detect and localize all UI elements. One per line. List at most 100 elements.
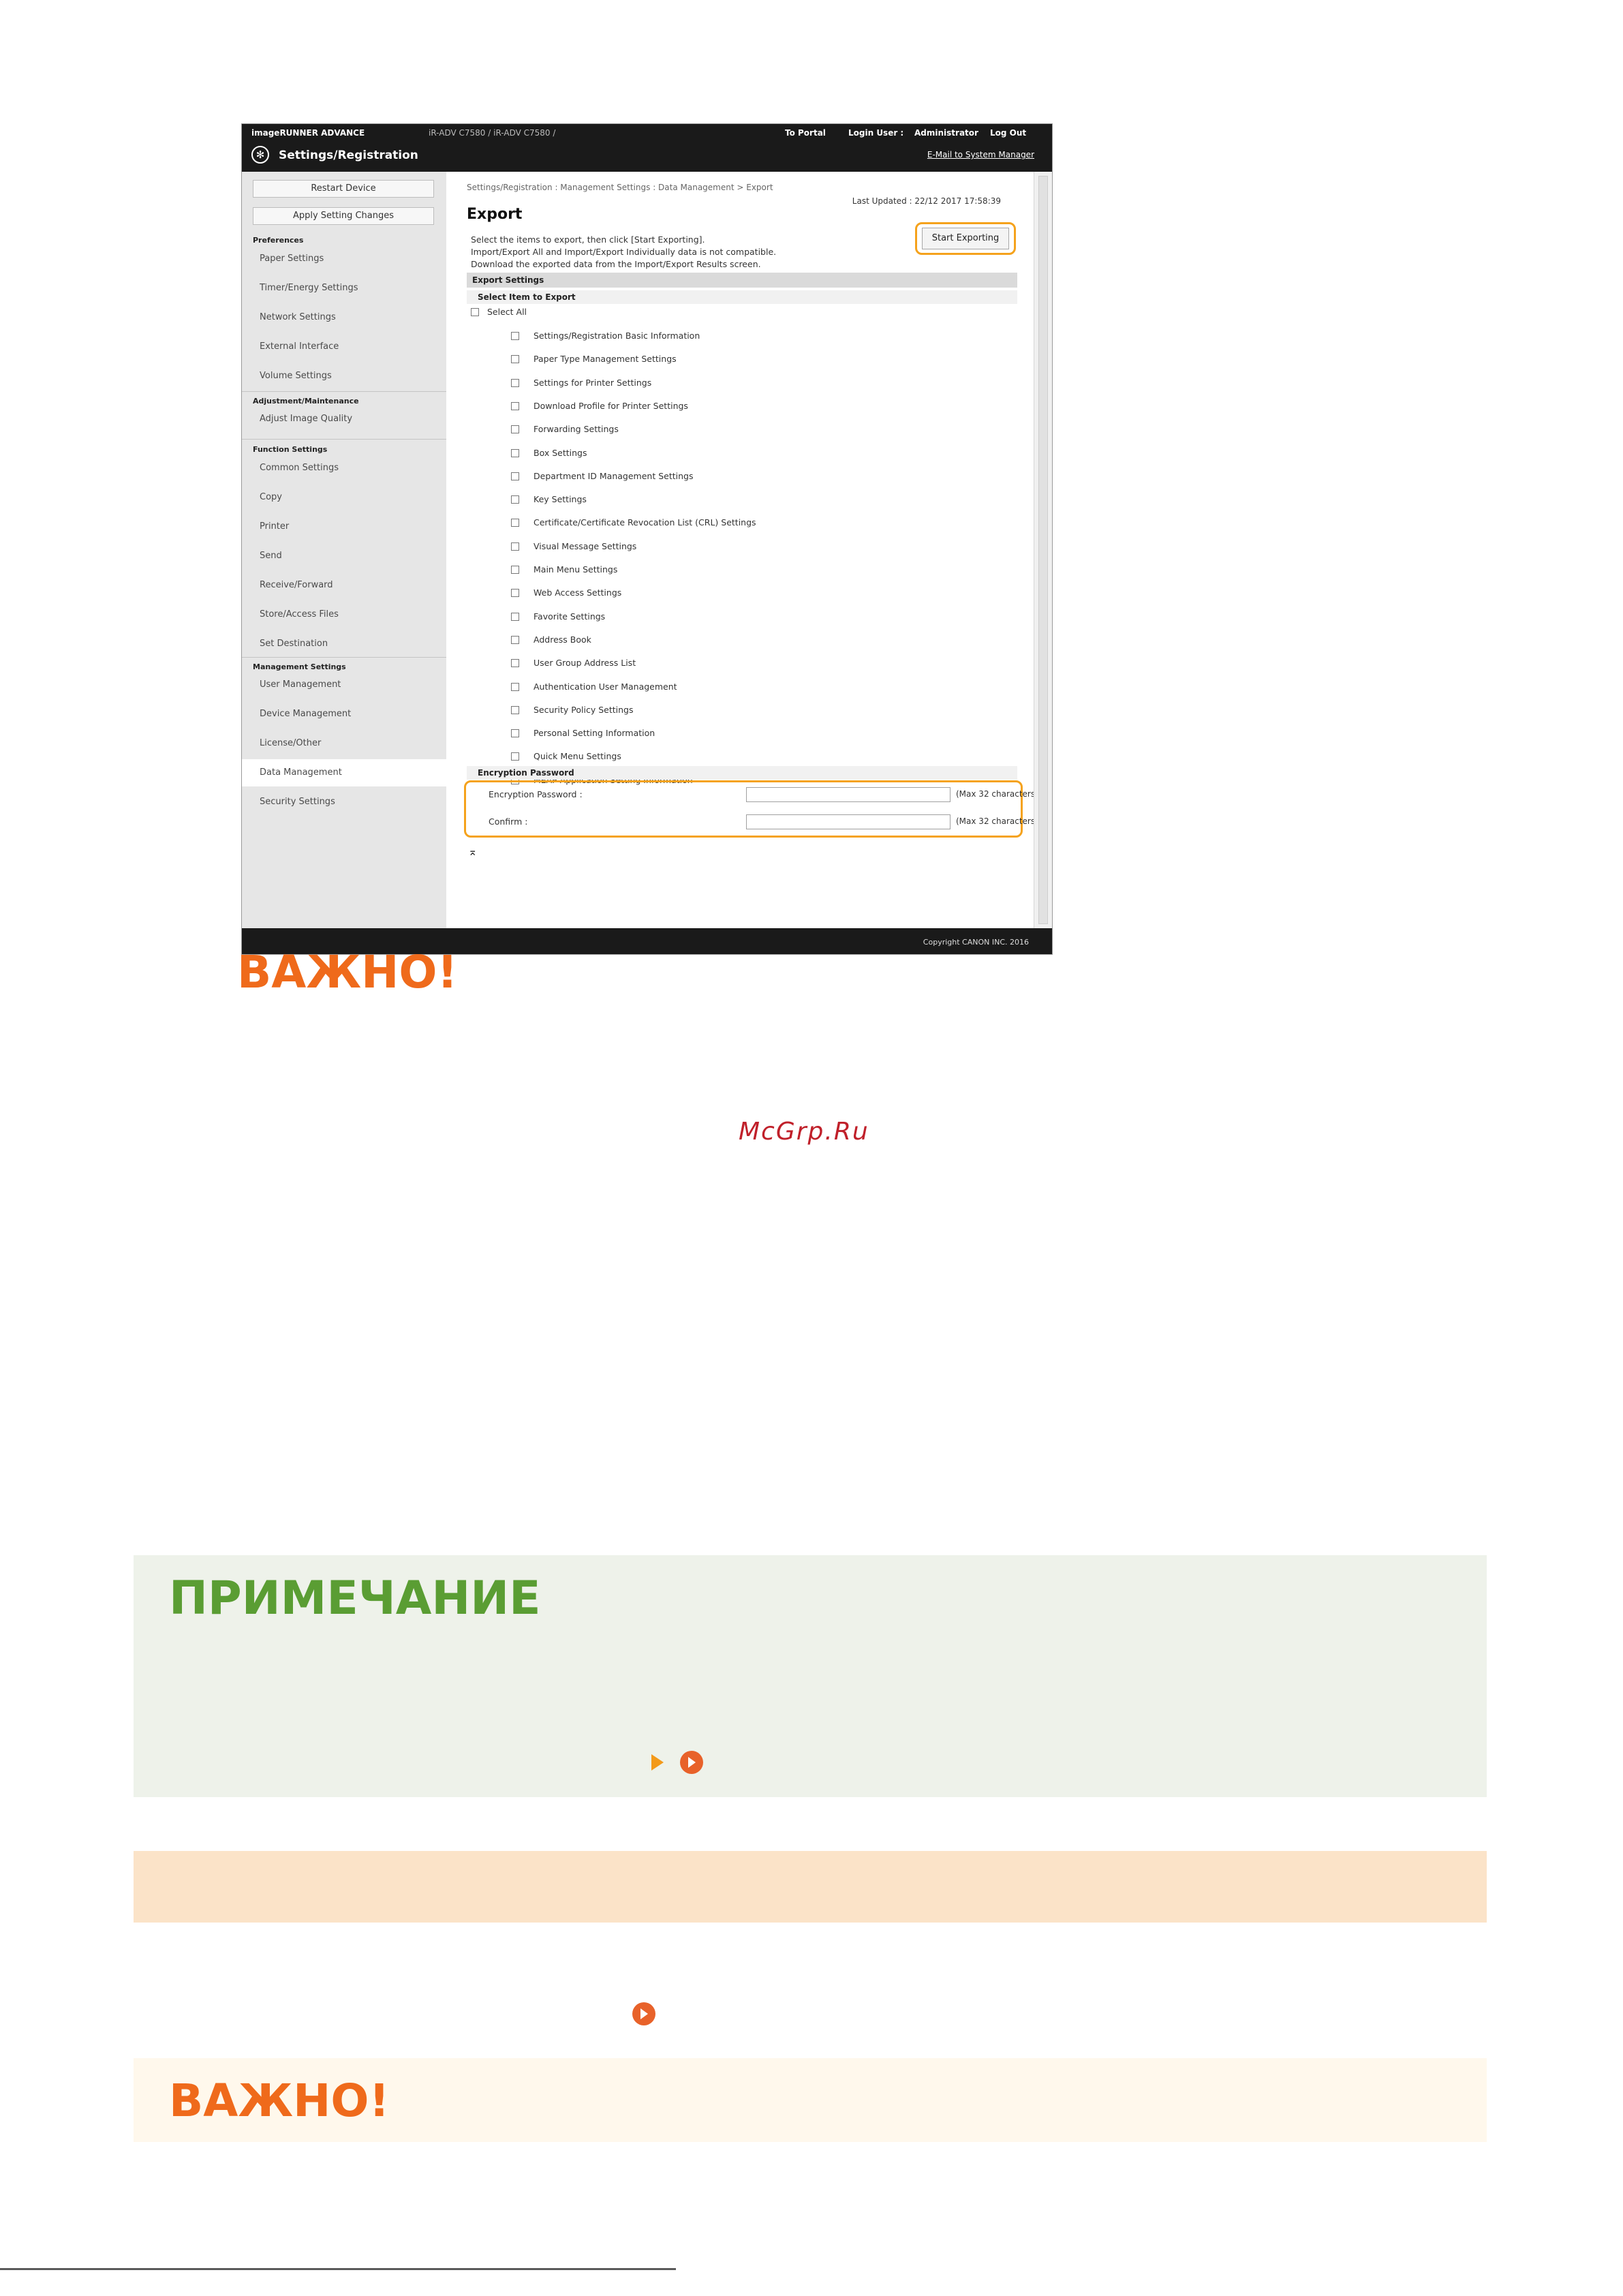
- breadcrumb: Settings/Registration : Management Setti…: [467, 183, 773, 192]
- export-item-label: Web Access Settings: [534, 587, 622, 598]
- important-heading: ВАЖНО!: [237, 946, 458, 998]
- sidebar-group-adjustment: Adjustment/Maintenance: [253, 397, 359, 405]
- select-all-checkbox[interactable]: [471, 308, 479, 316]
- export-item-checkbox[interactable]: [511, 472, 519, 480]
- export-item-label: Settings for Printer Settings: [534, 377, 652, 388]
- export-item-label: Certificate/Certificate Revocation List …: [534, 517, 756, 528]
- encryption-password-label: Encryption Password :: [489, 789, 583, 799]
- export-item-checkbox[interactable]: [511, 659, 519, 668]
- export-item-checkbox[interactable]: [511, 332, 519, 340]
- main-content: Settings/Registration : Management Setti…: [446, 172, 1038, 928]
- export-item-checkbox[interactable]: [511, 401, 519, 410]
- product-name: imageRUNNER ADVANCE: [251, 128, 365, 138]
- restart-device-button[interactable]: Restart Device: [253, 180, 434, 198]
- export-item-checkbox[interactable]: [511, 566, 519, 574]
- footer-rule: [0, 2268, 676, 2270]
- export-item-label: Paper Type Management Settings: [534, 354, 677, 365]
- right-triangle-icon: [651, 1754, 664, 1771]
- email-system-manager-link[interactable]: E-Mail to System Manager: [927, 150, 1034, 159]
- sidebar-divider: [242, 439, 446, 440]
- sidebar-item-timer[interactable]: Timer/Energy Settings: [260, 283, 358, 293]
- export-item-checkbox[interactable]: [511, 542, 519, 551]
- sidebar-item-store[interactable]: Store/Access Files: [260, 609, 339, 619]
- sidebar-item-send[interactable]: Send: [260, 551, 282, 561]
- login-user-label: Login User :: [848, 128, 904, 138]
- scrollbar[interactable]: [1034, 172, 1052, 928]
- top-bar: imageRUNNER ADVANCE iR-ADV C7580 / iR-AD…: [242, 124, 1052, 172]
- apply-setting-changes-button[interactable]: Apply Setting Changes: [253, 207, 434, 225]
- export-item-checkbox[interactable]: [511, 682, 519, 691]
- description-line-2: Import/Export All and Import/Export Indi…: [471, 247, 777, 257]
- watermark: McGrp.Ru: [739, 1118, 869, 1146]
- highlight-start-button: [915, 222, 1016, 255]
- export-screenshot: imageRUNNER ADVANCE iR-ADV C7580 / iR-AD…: [241, 123, 1053, 955]
- export-settings-header: Export Settings: [467, 273, 1017, 288]
- export-item-label: Personal Setting Information: [534, 728, 655, 739]
- export-item-label: Main Menu Settings: [534, 564, 618, 575]
- to-portal-link[interactable]: To Portal: [785, 128, 826, 138]
- sidebar-item-data-management[interactable]: Data Management: [242, 759, 446, 786]
- important-box: ВАЖНО!: [134, 2058, 1487, 2142]
- sidebar-item-adjust-quality[interactable]: Adjust Image Quality: [260, 414, 352, 424]
- export-item-label: Visual Message Settings: [534, 540, 637, 551]
- note-box: ПРИМЕЧАНИЕ: [134, 1555, 1487, 1797]
- last-updated: Last Updated : 22/12 2017 17:58:39: [852, 196, 1001, 206]
- export-item-checkbox[interactable]: [511, 729, 519, 738]
- sidebar-divider: [242, 657, 446, 658]
- sidebar-item-receive[interactable]: Receive/Forward: [260, 580, 333, 590]
- export-item-label: Forwarding Settings: [534, 424, 619, 435]
- device-names: iR-ADV C7580 / iR-ADV C7580 /: [429, 128, 556, 138]
- sidebar-item-user-management[interactable]: User Management: [260, 679, 341, 690]
- export-item-checkbox[interactable]: [511, 705, 519, 714]
- export-item-label: Department ID Management Settings: [534, 470, 694, 481]
- sidebar-item-external[interactable]: External Interface: [260, 341, 339, 352]
- export-item-checkbox[interactable]: [511, 425, 519, 434]
- confirm-password-input[interactable]: [746, 814, 950, 829]
- export-item-checkbox[interactable]: [511, 635, 519, 644]
- encryption-password-heading: Encryption Password: [467, 766, 1017, 780]
- export-item-label: Favorite Settings: [534, 611, 606, 622]
- export-item-label: Security Policy Settings: [534, 704, 634, 715]
- export-item-label: Key Settings: [534, 494, 587, 505]
- export-item-label: Download Profile for Printer Settings: [534, 400, 688, 411]
- sidebar-item-set-destination[interactable]: Set Destination: [260, 639, 328, 649]
- sidebar-item-security[interactable]: Security Settings: [260, 797, 335, 807]
- note-heading: ПРИМЕЧАНИЕ: [169, 1572, 541, 1625]
- sidebar-item-device-management[interactable]: Device Management: [260, 709, 351, 719]
- export-item-checkbox[interactable]: [511, 495, 519, 504]
- sidebar-item-common[interactable]: Common Settings: [260, 463, 339, 473]
- page-header-title: Settings/Registration: [279, 149, 418, 162]
- circle-play-icon[interactable]: [680, 1751, 703, 1774]
- sidebar-item-printer[interactable]: Printer: [260, 521, 289, 532]
- sidebar-item-network[interactable]: Network Settings: [260, 312, 336, 322]
- sidebar-item-license[interactable]: License/Other: [260, 738, 321, 748]
- export-item-checkbox[interactable]: [511, 448, 519, 457]
- sidebar: Restart Device Apply Setting Changes Pre…: [242, 172, 447, 928]
- back-to-top-icon[interactable]: ⌅: [468, 845, 477, 858]
- encryption-password-note: (Max 32 characters): [956, 789, 1038, 799]
- sidebar-group-management: Management Settings: [253, 662, 346, 671]
- export-item-label: Quick Menu Settings: [534, 751, 621, 762]
- export-item-checkbox[interactable]: [511, 752, 519, 761]
- circle-play-icon[interactable]: [632, 2002, 655, 2025]
- sidebar-item-copy[interactable]: Copy: [260, 492, 282, 502]
- export-item-label: User Group Address List: [534, 658, 636, 669]
- copyright-text: Copyright CANON INC. 2016: [923, 938, 1029, 947]
- page-title: Export: [467, 206, 523, 223]
- export-item-checkbox[interactable]: [511, 378, 519, 387]
- export-item-checkbox[interactable]: [511, 612, 519, 621]
- export-item-checkbox[interactable]: [511, 589, 519, 598]
- sidebar-item-volume[interactable]: Volume Settings: [260, 371, 332, 381]
- sidebar-item-paper[interactable]: Paper Settings: [260, 254, 324, 264]
- export-item-label: Address Book: [534, 634, 591, 645]
- sidebar-group-function: Function Settings: [253, 445, 328, 454]
- logout-link[interactable]: Log Out: [990, 128, 1026, 138]
- export-item-checkbox[interactable]: [511, 519, 519, 527]
- important-heading-2: ВАЖНО!: [169, 2075, 390, 2127]
- sidebar-group-preferences: Preferences: [253, 236, 304, 245]
- export-item-checkbox[interactable]: [511, 355, 519, 364]
- scrollbar-thumb[interactable]: [1038, 176, 1048, 924]
- export-item-label: Settings/Registration Basic Information: [534, 331, 700, 341]
- sidebar-divider: [242, 391, 446, 392]
- encryption-password-input[interactable]: [746, 787, 950, 802]
